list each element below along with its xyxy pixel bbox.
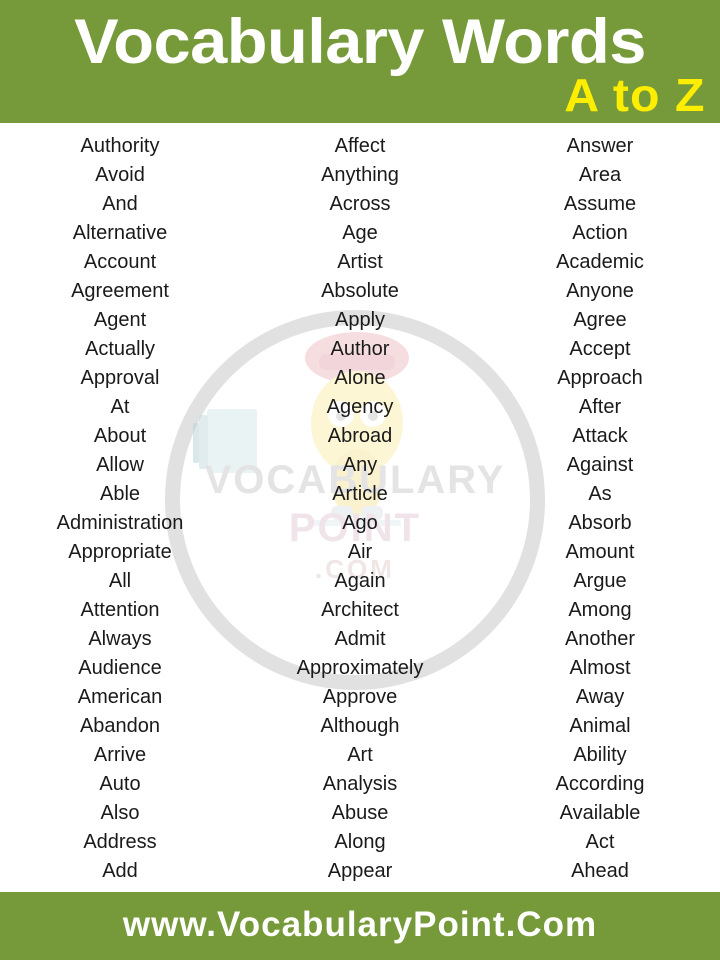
word-item: Alone [334, 367, 386, 389]
word-item: Almost [569, 657, 631, 679]
word-item: Anything [321, 164, 399, 186]
word-item: Author [330, 338, 390, 360]
footer-website: www.VocabularyPoint.Com [122, 905, 598, 944]
word-item: Absorb [568, 512, 632, 534]
word-item: Auto [99, 773, 141, 795]
word-item: Approach [557, 367, 643, 389]
word-item: Add [102, 860, 138, 882]
word-item: According [555, 773, 645, 795]
word-item: Allow [96, 454, 144, 476]
word-item: Appropriate [68, 541, 172, 563]
word-item: Air [347, 541, 373, 563]
word-item: Arrive [93, 744, 147, 766]
word-item: Absolute [321, 280, 399, 302]
word-item: Always [88, 628, 152, 650]
word-item: After [578, 396, 622, 418]
word-item: Among [568, 599, 632, 621]
word-item: Assume [563, 193, 637, 215]
word-item: Able [99, 483, 141, 505]
word-item: Ahead [571, 860, 629, 882]
footer-banner: www.VocabularyPoint.Com [0, 892, 720, 960]
word-item: Action [572, 222, 628, 244]
word-item: Authority [80, 135, 160, 157]
word-item: Across [329, 193, 391, 215]
page-subtitle: A to Z [564, 69, 706, 121]
word-item: Agreement [71, 280, 169, 302]
word-item: American [77, 686, 163, 708]
word-item: Abuse [331, 802, 389, 824]
word-item: Abandon [79, 715, 161, 737]
word-item: Although [320, 715, 400, 737]
word-item: Academic [556, 251, 644, 273]
word-item: And [102, 193, 138, 215]
word-column-3: Answer Area Assume Action Academic Anyone Agre… [480, 132, 720, 882]
word-item: Analysis [322, 773, 398, 795]
word-item: Along [334, 831, 386, 853]
word-item: Admit [334, 628, 386, 650]
page-title: Vocabulary Words [74, 7, 646, 77]
vocabulary-words-poster: Vocabulary Words A to Z VOCABULARY POINT… [0, 0, 720, 960]
word-item: Any [342, 454, 378, 476]
word-item: Animal [569, 715, 631, 737]
word-item: Another [564, 628, 636, 650]
word-item: Account [83, 251, 157, 273]
word-item: As [588, 483, 612, 505]
word-item: Anyone [566, 280, 634, 302]
word-item: All [108, 570, 132, 592]
word-item: Alternative [72, 222, 168, 244]
word-item: Approve [322, 686, 398, 708]
word-item: At [110, 396, 130, 418]
word-item: Apply [334, 309, 386, 331]
word-item: Again [334, 570, 386, 592]
word-item: Attack [572, 425, 628, 447]
word-item: Available [559, 802, 641, 824]
word-item: Architect [321, 599, 399, 621]
header-banner: Vocabulary Words A to Z [0, 0, 720, 123]
word-item: Agree [573, 309, 627, 331]
word-item: Actually [84, 338, 156, 360]
word-item: Artist [337, 251, 383, 273]
word-item: Avoid [95, 164, 145, 186]
word-item: Away [575, 686, 625, 708]
word-item: Also [100, 802, 140, 824]
word-item: Audience [78, 657, 162, 679]
word-item: Abroad [327, 425, 393, 447]
word-item: Address [83, 831, 157, 853]
word-item: Affect [334, 135, 386, 157]
word-item: Approval [80, 367, 160, 389]
word-item: Amount [565, 541, 635, 563]
word-item: Act [585, 831, 615, 853]
word-item: Appear [327, 860, 393, 882]
word-item: Answer [566, 135, 634, 157]
word-item: Ability [573, 744, 627, 766]
word-item: Against [566, 454, 634, 476]
word-item: Approximately [296, 657, 424, 679]
word-item: About [93, 425, 147, 447]
word-item: Agency [326, 396, 394, 418]
word-item: Article [332, 483, 388, 505]
word-item: Art [347, 744, 373, 766]
word-column-2: Affect Anything Across Age Artist Absolute App… [240, 132, 480, 882]
word-item: Ago [342, 512, 378, 534]
word-list-columns: Authority Avoid And Alternative Account Agree… [0, 132, 720, 882]
word-item: Agent [93, 309, 147, 331]
word-item: Area [578, 164, 622, 186]
word-item: Argue [573, 570, 627, 592]
word-column-1: Authority Avoid And Alternative Account Agree… [0, 132, 240, 882]
word-item: Age [342, 222, 378, 244]
word-item: Administration [56, 512, 184, 534]
word-item: Accept [569, 338, 631, 360]
word-item: Attention [80, 599, 160, 621]
